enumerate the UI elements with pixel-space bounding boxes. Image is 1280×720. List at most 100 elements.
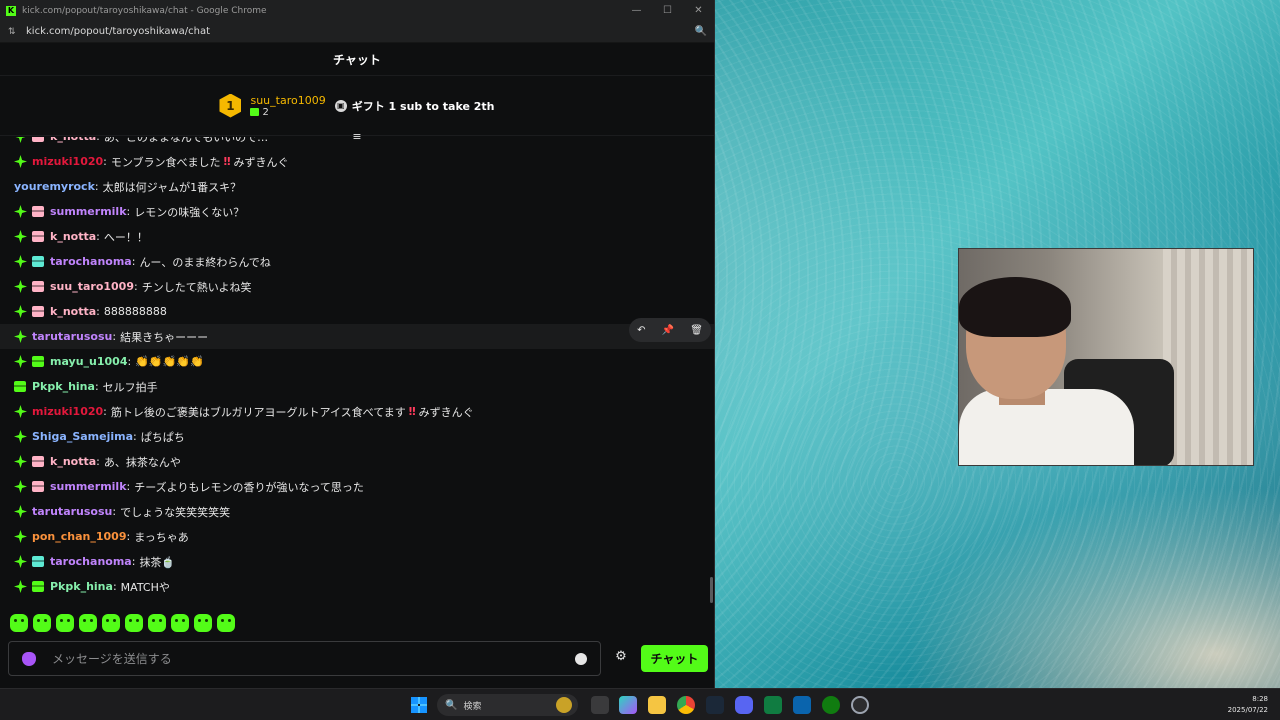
chat-username[interactable]: k_notta — [50, 230, 96, 243]
chat-username[interactable]: mizuki1020 — [32, 405, 103, 418]
chat-username[interactable]: tarochanoma — [50, 555, 132, 568]
og-badge-icon — [14, 155, 27, 168]
chat-message[interactable]: Pkpk_hina: セルフ拍手 — [0, 374, 714, 399]
outlook-icon[interactable] — [793, 696, 811, 714]
subscriber-badge-icon — [32, 256, 44, 267]
url-text[interactable]: kick.com/popout/taroyoshikawa/chat — [26, 26, 688, 37]
chat-username[interactable]: tarutarusosu — [32, 505, 112, 518]
pin-icon[interactable]: 📌 — [662, 325, 674, 336]
username-separator: : — [126, 205, 131, 218]
top-gifter-name[interactable]: suu_taro1009 — [250, 94, 325, 107]
chat-username[interactable]: k_notta — [50, 305, 96, 318]
gift-sub-button[interactable]: ▣ ギフト 1 sub to take 2th — [334, 98, 495, 114]
taskbar-search[interactable]: 🔍 検索 — [437, 694, 578, 716]
obs-icon[interactable] — [851, 696, 869, 714]
emote-8-icon[interactable] — [171, 614, 189, 632]
chat-username[interactable]: Pkpk_hina — [50, 580, 113, 593]
exclamation-emoji: ‼ — [408, 405, 416, 418]
chat-username[interactable]: mizuki1020 — [32, 155, 103, 168]
task-view-icon[interactable] — [591, 696, 609, 714]
og-badge-icon — [14, 255, 27, 268]
maximize-button[interactable]: ☐ — [652, 5, 683, 16]
og-badge-icon — [14, 137, 27, 143]
subscriber-badge-icon — [32, 231, 44, 242]
message-placeholder[interactable]: メッセージを送信する — [52, 650, 575, 667]
copilot-icon[interactable] — [619, 696, 637, 714]
chat-username[interactable]: pon_chan_1009 — [32, 530, 126, 543]
site-info-icon[interactable]: ⇅ — [8, 27, 18, 37]
emote-3-icon[interactable] — [56, 614, 74, 632]
chat-message[interactable]: tarutarusosu: 結果きちゃーーー — [0, 324, 714, 349]
emote-1-icon[interactable] — [10, 614, 28, 632]
top-gifter[interactable]: suu_taro1009 2 — [250, 94, 326, 118]
chat-message-suffix: みずきんぐ — [418, 405, 474, 419]
chat-username[interactable]: mayu_u1004 — [50, 355, 128, 368]
chat-username[interactable]: Pkpk_hina — [32, 380, 95, 393]
emote-6-icon[interactable] — [125, 614, 143, 632]
chat-username[interactable]: summermilk — [50, 205, 127, 218]
chat-message[interactable]: Pkpk_hina: MATCHや — [0, 574, 714, 599]
webcam-overlay — [958, 248, 1254, 466]
chat-username[interactable]: youremyrock — [14, 180, 95, 193]
mic-icon[interactable] — [22, 651, 36, 666]
emote-4-icon[interactable] — [79, 614, 97, 632]
og-badge-icon — [14, 280, 27, 293]
chat-settings-button[interactable]: ⚙ — [614, 650, 628, 664]
search-highlight-icon[interactable] — [556, 697, 572, 713]
chat-username[interactable]: Shiga_Samejima — [32, 430, 133, 443]
emote-5-icon[interactable] — [102, 614, 120, 632]
delete-icon[interactable]: 🗑 — [690, 325, 703, 336]
discord-icon[interactable] — [735, 696, 753, 714]
chat-username[interactable]: suu_taro1009 — [50, 280, 134, 293]
username-separator: : — [127, 355, 132, 368]
chat-username[interactable]: k_notta — [50, 455, 96, 468]
emote-10-icon[interactable] — [217, 614, 235, 632]
system-clock[interactable]: 8:28 2025/07/22 — [1228, 694, 1268, 716]
scrollbar[interactable] — [710, 577, 713, 603]
chat-message[interactable]: mizuki1020: 筋トレ後のご褒美はブルガリアヨーグルトアイス食べてます ‼ み… — [0, 399, 714, 424]
excel-icon[interactable] — [764, 696, 782, 714]
send-chat-button[interactable]: チャット — [641, 645, 708, 672]
chrome-icon[interactable] — [677, 696, 695, 714]
chat-message[interactable]: Shiga_Samejima: ぱちぱち — [0, 424, 714, 449]
chat-username[interactable]: tarutarusosu — [32, 330, 112, 343]
chat-message[interactable]: k_notta:あ、このままなんでもいいので… — [0, 137, 714, 149]
message-input[interactable]: メッセージを送信する — [8, 641, 601, 676]
chat-username[interactable]: k_notta — [50, 137, 96, 143]
chat-message[interactable]: k_notta: あ、抹茶なんや — [0, 449, 714, 474]
chat-message[interactable]: youremyrock: 太郎は何ジャムが1番スキ？ — [0, 174, 714, 199]
emote-7-icon[interactable] — [148, 614, 166, 632]
chat-username[interactable]: summermilk — [50, 480, 127, 493]
zoom-icon[interactable]: 🔍 — [688, 26, 714, 37]
chat-message[interactable]: mayu_u1004: 👏👏👏👏👏 — [0, 349, 714, 374]
emote-2-icon[interactable] — [33, 614, 51, 632]
og-badge-icon — [14, 555, 27, 568]
xbox-icon[interactable] — [822, 696, 840, 714]
chat-message[interactable]: k_notta:888888888 — [0, 299, 714, 324]
top-gifter-bar: 1 suu_taro1009 2 ▣ ギフト 1 sub to take 2th… — [0, 76, 714, 143]
chat-username[interactable]: tarochanoma — [50, 255, 132, 268]
chat-messages[interactable]: k_notta:あ、このままなんでもいいので…mizuki1020:モンブラン食… — [0, 137, 714, 605]
emote-9-icon[interactable] — [194, 614, 212, 632]
gift-count-value: 2 — [262, 106, 269, 118]
og-badge-icon — [14, 530, 27, 543]
windows-start-icon[interactable] — [411, 697, 427, 713]
chat-message[interactable]: pon_chan_1009: まっちゃあ — [0, 524, 714, 549]
steam-icon[interactable] — [706, 696, 724, 714]
og-badge-icon — [14, 430, 27, 443]
minimize-button[interactable]: — — [621, 5, 652, 16]
chat-message[interactable]: tarochanoma: 抹茶🍵 — [0, 549, 714, 574]
rank-badge-icon: 1 — [219, 93, 242, 118]
chat-message[interactable]: summermilk: チーズよりもレモンの香りが強いなって思った — [0, 474, 714, 499]
close-button[interactable]: ✕ — [683, 5, 714, 16]
file-explorer-icon[interactable] — [648, 696, 666, 714]
chat-message[interactable]: k_notta: へー！！ — [0, 224, 714, 249]
address-bar[interactable]: ⇅ kick.com/popout/taroyoshikawa/chat 🔍 — [0, 21, 714, 43]
reply-icon[interactable]: ↶ — [637, 325, 645, 336]
emoji-picker-icon[interactable] — [575, 652, 587, 665]
chat-message[interactable]: summermilk: レモンの味強くない？ — [0, 199, 714, 224]
chat-message[interactable]: mizuki1020: モンブラン食べました ‼ みずきんぐ — [0, 149, 714, 174]
chat-message[interactable]: tarochanoma: んー、のまま終わらんでね — [0, 249, 714, 274]
chat-message[interactable]: tarutarusosu: でしょうな笑笑笑笑笑 — [0, 499, 714, 524]
chat-message[interactable]: suu_taro1009: チンしたて熱いよね笑 — [0, 274, 714, 299]
